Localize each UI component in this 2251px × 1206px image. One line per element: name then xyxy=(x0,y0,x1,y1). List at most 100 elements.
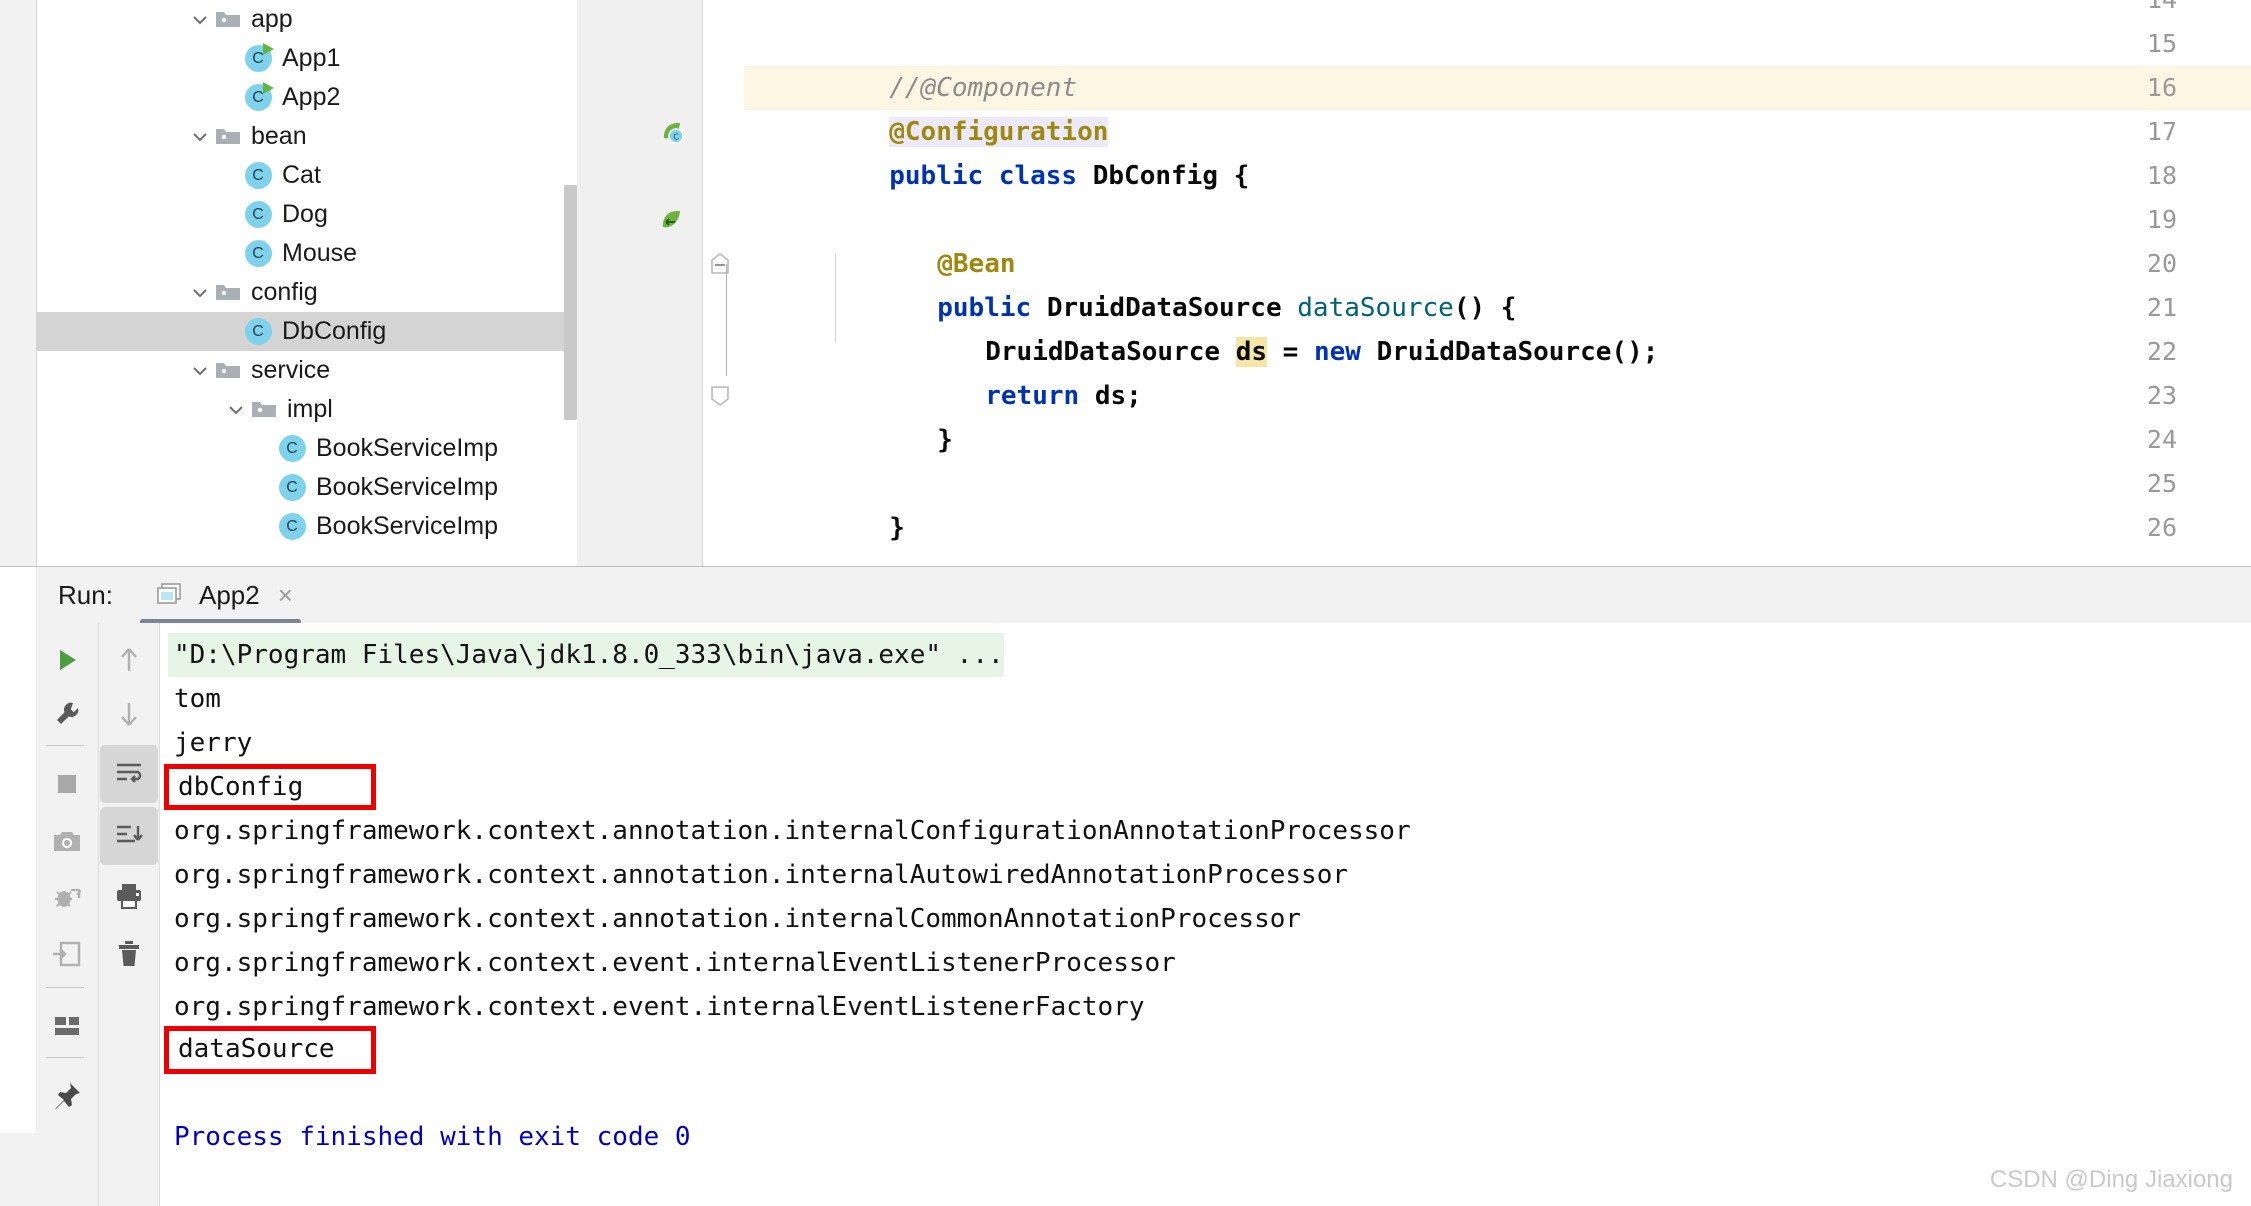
folder-icon xyxy=(249,390,279,429)
code-line-19[interactable]: @Bean xyxy=(812,198,1015,279)
keyword-class: class xyxy=(998,161,1078,191)
trash-clear-all-button[interactable] xyxy=(100,925,158,983)
tree-item-bean[interactable]: bean xyxy=(37,117,577,156)
tree-item-bookserviceimpl-1[interactable]: C BookServiceImp xyxy=(37,429,577,468)
chevron-down-icon[interactable] xyxy=(223,390,249,429)
code-line-17[interactable]: public class DbConfig { xyxy=(764,110,1249,191)
code-line-20[interactable]: public DruidDataSource dataSource() { xyxy=(812,242,1516,323)
tree-item-dbconfig[interactable]: C DbConfig xyxy=(37,312,577,351)
console-line: org.springframework.context.annotation.i… xyxy=(174,904,1302,934)
arrow-down-icon[interactable] xyxy=(100,685,158,743)
editor-gutter[interactable] xyxy=(577,0,702,566)
java-class-icon: C xyxy=(277,429,307,468)
tree-item-label: impl xyxy=(287,395,333,423)
tree-item-label: Mouse xyxy=(282,239,358,267)
keyword-return: return xyxy=(985,381,1080,411)
run-toolbar-secondary[interactable] xyxy=(99,623,160,1206)
code-line-25[interactable]: } xyxy=(764,462,905,543)
java-class-icon: C xyxy=(277,507,307,546)
printer-icon[interactable] xyxy=(100,867,158,925)
layout-settings-button[interactable] xyxy=(38,997,96,1055)
tree-item-app1[interactable]: C App1 xyxy=(37,39,577,78)
spring-bean-method-icon[interactable] xyxy=(657,198,687,242)
folder-icon xyxy=(213,117,243,156)
tree-item-mouse[interactable]: C Mouse xyxy=(37,234,577,273)
code-line-21[interactable]: DruidDataSource ds = new DruidDataSource… xyxy=(860,286,1658,367)
console-output[interactable]: "D:\Program Files\Java\jdk1.8.0_333\bin\… xyxy=(160,623,2251,1206)
spring-bean-icon[interactable]: C xyxy=(657,110,687,154)
line-number: 17 xyxy=(2146,117,2177,146)
tree-item-label: Dog xyxy=(282,200,328,228)
edit-configuration-wrench-button[interactable] xyxy=(38,685,96,743)
tree-item-config[interactable]: config xyxy=(37,273,577,312)
camera-snapshot-button[interactable] xyxy=(38,813,96,871)
project-tree-scrollbar[interactable] xyxy=(564,185,577,420)
java-class-icon: C xyxy=(243,234,273,273)
fold-collapse-marker-icon[interactable] xyxy=(705,242,735,286)
tree-item-service[interactable]: service xyxy=(37,351,577,390)
keyword-new: new xyxy=(1313,337,1361,367)
tree-item-bookserviceimpl-2[interactable]: C BookServiceImp xyxy=(37,468,577,507)
chevron-down-icon[interactable] xyxy=(187,117,213,156)
tree-item-label: BookServiceImp xyxy=(316,512,499,540)
code-editor[interactable]: 14 15 16 17 18 19 20 21 22 23 24 25 26 C xyxy=(577,0,2251,566)
operator-token: = xyxy=(1282,337,1299,367)
resume-program-button[interactable] xyxy=(38,925,96,983)
bookmarks-tool-strip[interactable] xyxy=(0,1133,37,1206)
arrow-up-icon[interactable] xyxy=(100,631,158,689)
console-line: org.springframework.context.event.intern… xyxy=(174,948,1176,978)
code-line-15[interactable]: //@Component xyxy=(764,22,1077,103)
chevron-down-icon[interactable] xyxy=(187,0,213,39)
class-name-token: DbConfig { xyxy=(1092,161,1250,191)
run-configuration-icon xyxy=(155,582,185,608)
watermark: CSDN @Ding Jiaxiong xyxy=(1989,1166,2233,1193)
soft-wrap-button[interactable] xyxy=(100,745,158,803)
line-number: 24 xyxy=(2146,425,2177,454)
run-tool-window-header: Run: App2 × xyxy=(36,567,2251,624)
brace-token: } xyxy=(937,425,953,455)
run-toolbar-primary[interactable] xyxy=(36,623,99,1206)
scroll-to-end-button[interactable] xyxy=(100,807,158,865)
rerun-button[interactable] xyxy=(38,631,96,689)
code-line-22[interactable]: return ds; xyxy=(860,330,1142,411)
tab-app2[interactable]: App2 × xyxy=(141,567,307,623)
code-line-23[interactable]: } xyxy=(812,374,953,455)
keyword-public: public xyxy=(889,161,984,191)
bug-dump-threads-button[interactable] xyxy=(38,869,96,927)
fold-end-marker-icon[interactable] xyxy=(705,374,735,418)
tree-item-app2[interactable]: C App2 xyxy=(37,78,577,117)
close-icon[interactable]: × xyxy=(278,582,293,608)
line-number: 21 xyxy=(2146,293,2177,322)
tree-item-cat[interactable]: C Cat xyxy=(37,156,577,195)
java-class-icon: C xyxy=(243,78,274,117)
tree-item-label: DbConfig xyxy=(282,317,387,345)
folder-icon xyxy=(213,351,243,390)
code-line-16[interactable]: @Configuration xyxy=(764,66,1109,147)
fold-region-line xyxy=(726,264,727,376)
java-class-icon: C xyxy=(243,39,274,78)
tree-item-app[interactable]: app xyxy=(37,0,577,39)
java-class-icon: C xyxy=(277,468,307,507)
project-tree[interactable]: app C App1 C App2 bean C Cat C Dog C Mou… xyxy=(37,0,577,566)
tree-item-impl[interactable]: impl xyxy=(37,390,577,429)
pin-tab-button[interactable] xyxy=(38,1067,96,1125)
editor-area: app C App1 C App2 bean C Cat C Dog C Mou… xyxy=(0,0,2251,566)
tree-item-bookserviceimpl-3[interactable]: C BookServiceImp xyxy=(37,507,577,546)
run-window-title: Run: xyxy=(58,579,113,610)
brace-token: } xyxy=(889,513,905,543)
console-line-highlighted: dataSource xyxy=(178,1034,335,1064)
tree-item-label: App2 xyxy=(282,83,341,111)
line-number: 23 xyxy=(2146,381,2177,410)
line-number: 20 xyxy=(2146,249,2177,278)
svg-text:C: C xyxy=(673,133,679,142)
tree-item-label: Cat xyxy=(282,161,321,189)
tab-label: App2 xyxy=(199,579,260,610)
stop-button[interactable] xyxy=(38,755,96,813)
console-line: org.springframework.context.annotation.i… xyxy=(174,860,1348,890)
tree-item-dog[interactable]: C Dog xyxy=(37,195,577,234)
java-class-icon: C xyxy=(243,312,273,351)
line-number: 16 xyxy=(2146,73,2177,102)
chevron-down-icon[interactable] xyxy=(187,351,213,390)
console-line-command: "D:\Program Files\Java\jdk1.8.0_333\bin\… xyxy=(168,633,1004,677)
chevron-down-icon[interactable] xyxy=(187,273,213,312)
